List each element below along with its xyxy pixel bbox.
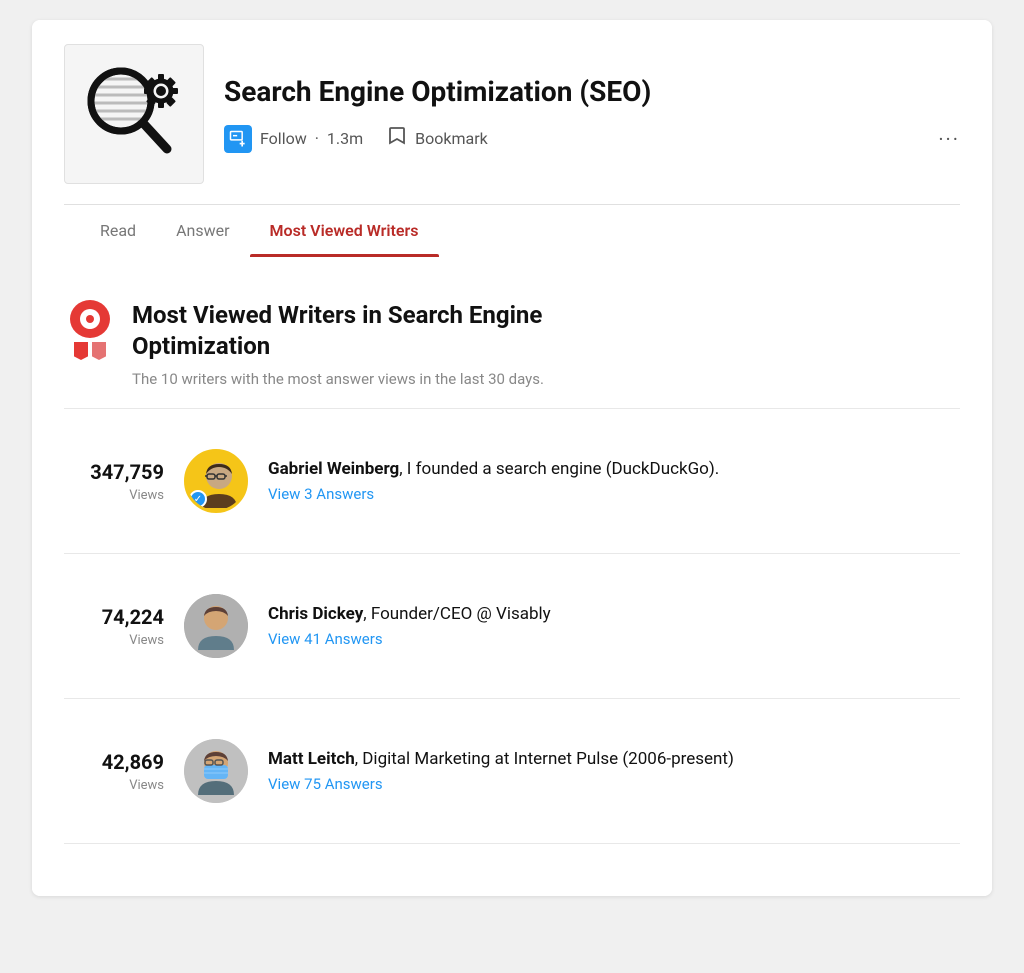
matt-avatar-svg [184,739,248,803]
topic-actions: Follow · 1.3m Bookmark · [224,125,960,153]
writer-row: 347,759 Views [64,429,960,533]
writer-row: 74,224 Views Chris Dickey, Founder/CEO @… [64,574,960,678]
writer-1-name-line: Gabriel Weinberg, I founded a search eng… [268,459,960,479]
mvw-header: Most Viewed Writers in Search Engine Opt… [64,300,960,388]
badge-circle [70,300,110,338]
writer-1-views-label: Views [129,488,164,503]
mvw-title-group: Most Viewed Writers in Search Engine Opt… [132,300,544,388]
tab-most-viewed-writers[interactable]: Most Viewed Writers [250,205,439,256]
writer-2-answers-link[interactable]: View 41 Answers [268,630,960,648]
follow-button[interactable]: Follow · 1.3m [224,125,363,153]
writer-1-name: Gabriel Weinberg [268,459,399,479]
writer-3-avatar[interactable] [184,739,248,803]
topic-header: Search Engine Optimization (SEO) [32,20,992,256]
writer-3-tagline: , Digital Marketing at Internet Pulse (2… [355,749,734,769]
bookmark-button[interactable]: Bookmark [387,125,488,152]
more-options-button[interactable]: ··· [938,127,960,151]
tabs-bar: Read Answer Most Viewed Writers [64,204,960,256]
bookmark-label: Bookmark [415,129,488,148]
topic-title-area: Search Engine Optimization (SEO) [224,75,960,153]
divider-3 [64,843,960,844]
topic-logo [64,44,204,184]
writer-3-views: 42,869 Views [64,750,164,793]
writer-2-name-line: Chris Dickey, Founder/CEO @ Visably [268,604,960,624]
writer-3-name-line: Matt Leitch, Digital Marketing at Intern… [268,749,960,769]
topic-top: Search Engine Optimization (SEO) [64,44,960,204]
mvw-subtitle: The 10 writers with the most answer view… [132,370,544,388]
writer-2-views-label: Views [129,633,164,648]
mvw-badge-icon [64,300,116,360]
divider-1 [64,553,960,554]
mvw-heading: Most Viewed Writers in Search Engine Opt… [132,300,544,362]
main-container: Search Engine Optimization (SEO) [32,20,992,896]
writer-3-views-count: 42,869 [64,750,164,774]
writer-3-views-label: Views [129,778,164,793]
writer-2-avatar[interactable] [184,594,248,658]
topic-title: Search Engine Optimization (SEO) [224,75,960,109]
writer-1-views: 347,759 Views [64,460,164,503]
writer-1-info: Gabriel Weinberg, I founded a search eng… [268,459,960,503]
writer-1-avatar[interactable]: ✓ [184,449,248,513]
writer-2-views-count: 74,224 [64,605,164,629]
badge-ribbon [74,342,106,360]
bookmark-icon [387,125,407,152]
writer-2-info: Chris Dickey, Founder/CEO @ Visably View… [268,604,960,648]
writer-2-name: Chris Dickey [268,604,363,624]
writer-1-tagline: , I founded a search engine (DuckDuckGo)… [399,459,719,479]
follow-label: Follow [260,129,307,148]
chris-avatar-svg [184,594,248,658]
divider-header [64,408,960,409]
follow-icon [224,125,252,153]
follow-count: 1.3m [327,129,363,148]
writer-3-info: Matt Leitch, Digital Marketing at Intern… [268,749,960,793]
writer-row: 42,869 Views [64,719,960,823]
follow-svg-icon [228,129,248,149]
divider-2 [64,698,960,699]
writer-1-answers-link[interactable]: View 3 Answers [268,485,960,503]
content-section: Most Viewed Writers in Search Engine Opt… [32,268,992,896]
writer-2-views: 74,224 Views [64,605,164,648]
writer-3-name: Matt Leitch [268,749,355,769]
follow-dot: · [315,129,319,148]
writer-1-views-count: 347,759 [64,460,164,484]
writer-2-tagline: , Founder/CEO @ Visably [363,604,550,624]
tab-read[interactable]: Read [80,205,156,256]
tab-answer[interactable]: Answer [156,205,249,256]
bookmark-svg-icon [387,125,407,147]
writer-3-answers-link[interactable]: View 75 Answers [268,775,960,793]
seo-logo-icon [79,59,189,169]
